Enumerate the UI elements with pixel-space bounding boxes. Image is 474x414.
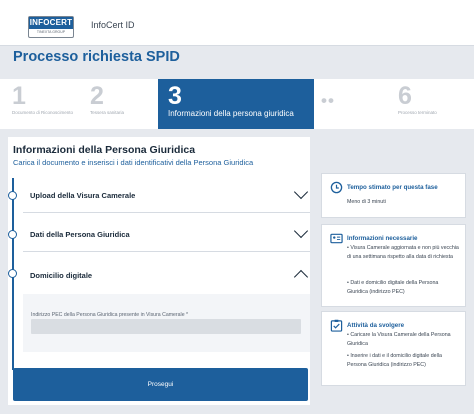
pec-input[interactable]	[31, 319, 301, 334]
main-card: Informazioni della Persona Giuridica Car…	[8, 137, 310, 405]
prosegui-button[interactable]: Prosegui	[13, 368, 308, 401]
timeline-dot	[8, 230, 17, 239]
id-card-icon	[330, 233, 343, 244]
timeline-dot	[8, 191, 17, 200]
step-label: Tessera sanitaria	[90, 110, 125, 115]
step-label: Documento di Riconoscimento	[12, 110, 74, 115]
section-subtitle: Carica il documento e inserisci i dati i…	[13, 158, 254, 167]
accordion-visura-camerale[interactable]: Upload della Visura Camerale	[23, 177, 310, 213]
collapsed-steps-dots: ••	[321, 91, 335, 110]
step-number: 1	[12, 82, 26, 110]
step-number: 2	[90, 82, 104, 110]
box-title: Tempo stimato per questa fase	[347, 184, 438, 191]
clock-icon	[330, 181, 343, 194]
accordion-dati-persona-giuridica[interactable]: Dati della Persona Giuridica	[23, 216, 310, 252]
box-item: • Caricare la Visura Camerale della Pers…	[347, 332, 451, 347]
box-item: • Inserire i dati e il domicilio digital…	[347, 353, 442, 368]
box-text: Meno di 3 minuti	[347, 199, 386, 205]
checklist-icon	[330, 319, 343, 332]
divider	[23, 212, 310, 213]
box-title: Attività da svolgere	[347, 322, 405, 329]
divider	[23, 251, 310, 252]
pec-field-label: Indirizzo PEC della Persona Giuridica pr…	[31, 312, 189, 318]
info-box-time: Tempo stimato per questa fase Meno di 3 …	[321, 173, 466, 218]
box-item: • Dati e domicilio digitale della Person…	[347, 280, 439, 295]
info-box-required: Informazioni necessarie • Visura Cameral…	[321, 224, 466, 307]
box-item: • Visura Camerale aggiornata e non più v…	[347, 245, 459, 260]
progress-stepper: 1 Documento di Riconoscimento 2 Tessera …	[0, 79, 474, 129]
step-6: 6 Processo terminato	[398, 79, 468, 129]
step-label: Informazioni della persona giuridica	[168, 109, 294, 118]
accordion-title: Domicilio digitale	[30, 271, 93, 280]
step-label: Processo terminato	[398, 110, 437, 115]
page-title: Processo richiesta SPID	[13, 49, 180, 65]
logo-wordmark: INFOCERT	[29, 17, 73, 29]
accordion-title: Dati della Persona Giuridica	[30, 230, 130, 239]
timeline-dot	[8, 269, 17, 278]
logo-tagline: TINEXTA GROUP	[36, 30, 66, 34]
infocert-logo[interactable]: INFOCERT TINEXTA GROUP	[28, 16, 74, 38]
chevron-down-icon[interactable]	[293, 223, 309, 239]
step-1: 1 Documento di Riconoscimento	[12, 79, 82, 129]
top-bar: INFOCERT TINEXTA GROUP InfoCert ID	[0, 0, 474, 46]
chevron-up-icon[interactable]	[293, 269, 309, 285]
box-title: Informazioni necessarie	[347, 235, 418, 242]
step-number: 6	[398, 82, 412, 110]
step-2: 2 Tessera sanitaria	[90, 79, 150, 129]
accordion-title: Upload della Visura Camerale	[30, 191, 136, 200]
section-title: Informazioni della Persona Giuridica	[13, 144, 196, 156]
chevron-down-icon[interactable]	[293, 184, 309, 200]
step-3-active: 3 Informazioni della persona giuridica	[158, 79, 314, 129]
info-box-tasks: Attività da svolgere • Caricare la Visur…	[321, 311, 466, 386]
accordion-domicilio-digitale[interactable]: Domicilio digitale	[23, 255, 310, 291]
step-number: 3	[168, 82, 182, 110]
app-name: InfoCert ID	[91, 20, 135, 30]
